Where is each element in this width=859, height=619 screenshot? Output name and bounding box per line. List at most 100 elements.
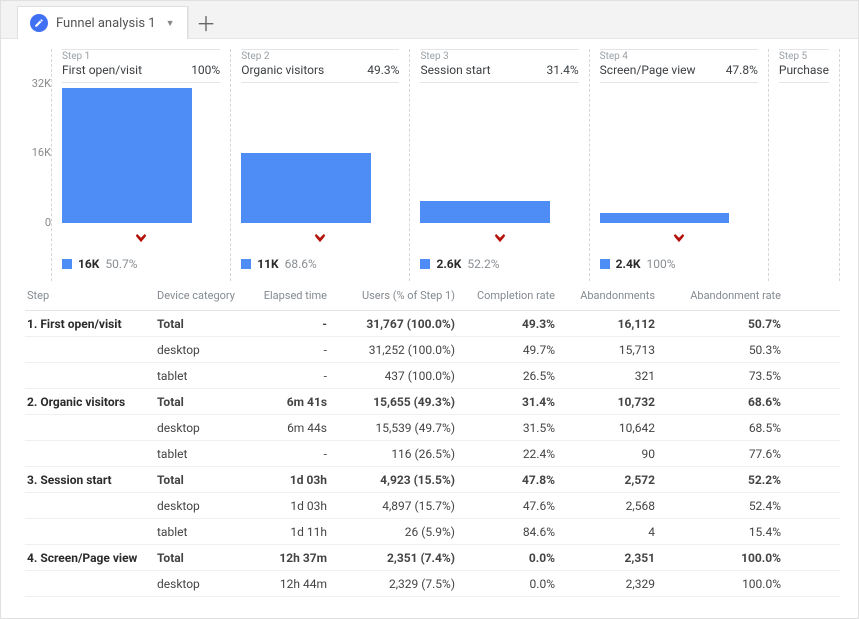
- y-tick: 16K: [32, 146, 51, 159]
- y-tick: 32K: [32, 77, 51, 90]
- cell-users: 4,897 (15.7%): [341, 499, 469, 513]
- table-row[interactable]: 3. Session start Total 1d 03h 4,923 (15.…: [25, 467, 840, 493]
- legend-swatch: [600, 259, 610, 269]
- table-row[interactable]: desktop - 31,252 (100.0%) 49.7% 15,713 5…: [25, 337, 840, 363]
- cell-abandon-rate: 52.4%: [669, 499, 787, 513]
- cell-elapsed: 1d 03h: [247, 473, 341, 487]
- dropoff-legend: 11K 68.6%: [241, 251, 399, 281]
- col-elapsed: Elapsed time: [247, 289, 341, 302]
- table-row[interactable]: 2. Organic visitors Total 6m 41s 15,655 …: [25, 389, 840, 415]
- cell-users: 31,767 (100.0%): [341, 317, 469, 331]
- step-pct: 100%: [191, 63, 220, 77]
- cell-step: 3. Session start: [25, 473, 157, 487]
- cell-users: 31,252 (100.0%): [341, 343, 469, 357]
- dropoff-pct: 52.2%: [467, 257, 499, 271]
- cell-abandon: 16,112: [569, 317, 669, 331]
- bar-area: [62, 83, 220, 223]
- add-tab-button[interactable]: ＋: [188, 6, 224, 39]
- cell-abandon: 10,642: [569, 421, 669, 435]
- cell-abandon-rate: 100.0%: [669, 551, 787, 565]
- funnel-bar[interactable]: [600, 213, 730, 223]
- cell-elapsed: 1d 11h: [247, 525, 341, 539]
- step-name: First open/visit: [62, 63, 142, 77]
- col-users: Users (% of Step 1): [341, 289, 469, 302]
- app-frame: Funnel analysis 1 ▼ ＋ 32K 16K 0 Step 1 F…: [0, 0, 859, 619]
- dropoff-value: 16K: [78, 257, 99, 271]
- table-row[interactable]: 4. Screen/Page view Total 12h 37m 2,351 …: [25, 545, 840, 571]
- funnel-step-col[interactable]: Step 4 Screen/Page view 47.8% 2.4K 100%: [590, 49, 769, 281]
- cell-device: tablet: [157, 447, 247, 461]
- col-device: Device category: [157, 289, 247, 302]
- funnel-step-col[interactable]: Step 1 First open/visit 100% 16K 50.7%: [51, 49, 231, 281]
- cell-elapsed: 12h 44m: [247, 577, 341, 591]
- table-row[interactable]: tablet - 437 (100.0%) 26.5% 321 73.5%: [25, 363, 840, 389]
- cell-users: 15,539 (49.7%): [341, 421, 469, 435]
- cell-abandon-rate: 68.5%: [669, 421, 787, 435]
- dropoff-value: 11K: [257, 257, 278, 271]
- cell-device: Total: [157, 395, 247, 409]
- table-header: Step Device category Elapsed time Users …: [25, 281, 840, 311]
- step-number: Step 4: [600, 51, 696, 63]
- cell-abandon: 321: [569, 369, 669, 383]
- funnel-step-col[interactable]: Step 2 Organic visitors 49.3% 11K 68.6%: [231, 49, 410, 281]
- step-name: Screen/Page view: [600, 63, 696, 77]
- step-pct: 47.8%: [726, 63, 758, 77]
- dropoff-arrow: [62, 223, 220, 251]
- table-row[interactable]: 1. First open/visit Total - 31,767 (100.…: [25, 311, 840, 337]
- col-abandon-rate: Abandonment rate: [669, 289, 787, 302]
- step-number: Step 2: [241, 51, 324, 63]
- funnel-bar[interactable]: [420, 201, 550, 223]
- legend-swatch: [241, 259, 251, 269]
- table-row[interactable]: desktop 1d 03h 4,897 (15.7%) 47.6% 2,568…: [25, 493, 840, 519]
- step-header: Step 3 Session start 31.4%: [420, 49, 578, 83]
- funnel-step-col[interactable]: Step 3 Session start 31.4% 2.6K 52.2%: [410, 49, 589, 281]
- table-row[interactable]: tablet 1d 11h 26 (5.9%) 84.6% 4 15.4%: [25, 519, 840, 545]
- funnel-step-col[interactable]: Step 5 Purchase: [769, 49, 840, 281]
- cell-abandon-rate: 100.0%: [669, 577, 787, 591]
- cell-completion: 47.8%: [469, 473, 569, 487]
- col-completion: Completion rate: [469, 289, 569, 302]
- cell-users: 437 (100.0%): [341, 369, 469, 383]
- legend-swatch: [62, 259, 72, 269]
- dropoff-arrow: [241, 223, 399, 251]
- dropoff-arrow: [600, 223, 758, 251]
- table-body: 1. First open/visit Total - 31,767 (100.…: [25, 311, 840, 597]
- funnel-chart: 32K 16K 0 Step 1 First open/visit 100% 1…: [1, 39, 858, 281]
- table-row[interactable]: tablet - 116 (26.5%) 22.4% 90 77.6%: [25, 441, 840, 467]
- step-pct: 31.4%: [546, 63, 578, 77]
- dropoff-pct: 50.7%: [105, 257, 137, 271]
- cell-device: desktop: [157, 499, 247, 513]
- cell-device: desktop: [157, 421, 247, 435]
- cell-elapsed: 12h 37m: [247, 551, 341, 565]
- chevron-down-icon: ▼: [166, 18, 175, 29]
- cell-device: Total: [157, 551, 247, 565]
- step-header: Step 5 Purchase: [779, 49, 829, 83]
- cell-device: desktop: [157, 343, 247, 357]
- funnel-bar[interactable]: [241, 153, 371, 223]
- cell-elapsed: -: [247, 343, 341, 357]
- cell-step: 2. Organic visitors: [25, 395, 157, 409]
- cell-abandon-rate: 50.3%: [669, 343, 787, 357]
- cell-users: 4,923 (15.5%): [341, 473, 469, 487]
- step-header: Step 2 Organic visitors 49.3%: [241, 49, 399, 83]
- cell-users: 15,655 (49.3%): [341, 395, 469, 409]
- cell-device: tablet: [157, 525, 247, 539]
- funnel-bar[interactable]: [62, 88, 192, 223]
- cell-step: 1. First open/visit: [25, 317, 157, 331]
- step-number: Step 3: [420, 51, 490, 63]
- table-row[interactable]: desktop 6m 44s 15,539 (49.7%) 31.5% 10,6…: [25, 415, 840, 441]
- tab-label: Funnel analysis 1: [56, 16, 156, 31]
- cell-abandon-rate: 50.7%: [669, 317, 787, 331]
- cell-completion: 49.7%: [469, 343, 569, 357]
- cell-abandon: 2,568: [569, 499, 669, 513]
- cell-step: 4. Screen/Page view: [25, 551, 157, 565]
- tab-funnel-analysis[interactable]: Funnel analysis 1 ▼: [17, 6, 188, 39]
- step-name: Session start: [420, 63, 490, 77]
- pencil-icon: [30, 14, 48, 32]
- cell-completion: 31.5%: [469, 421, 569, 435]
- cell-users: 2,351 (7.4%): [341, 551, 469, 565]
- table-row[interactable]: desktop 12h 44m 2,329 (7.5%) 0.0% 2,329 …: [25, 571, 840, 597]
- step-pct: 49.3%: [367, 63, 399, 77]
- cell-completion: 84.6%: [469, 525, 569, 539]
- dropoff-legend: 2.4K 100%: [600, 251, 758, 281]
